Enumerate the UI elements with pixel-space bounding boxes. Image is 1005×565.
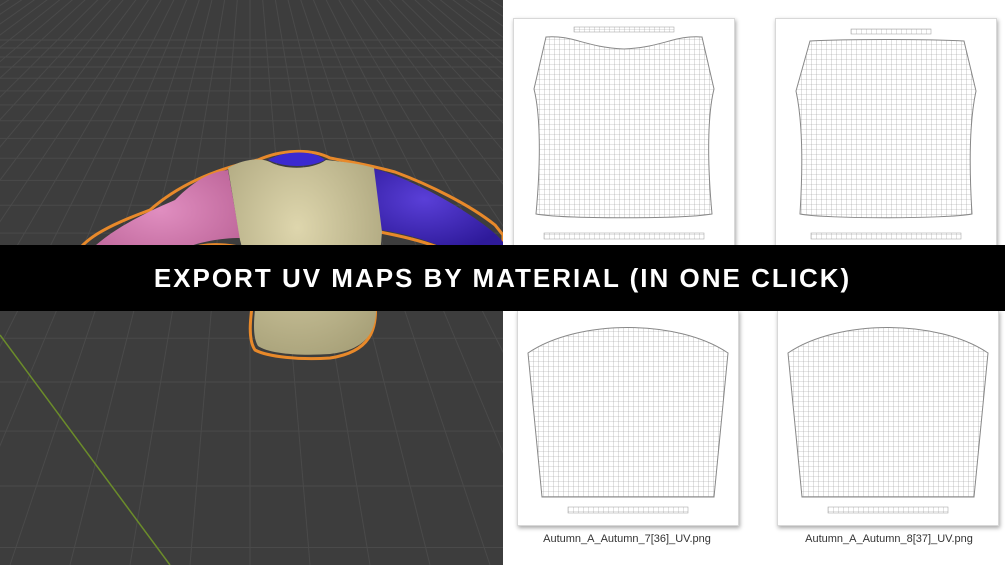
banner-title: EXPORT UV MAPS BY MATERIAL (IN ONE CLICK… [153,262,852,293]
uv-thumbnail-front[interactable] [513,18,735,250]
uv-shirt-front-image [533,26,715,240]
uv-thumbnail-sleeve-7[interactable] [517,310,739,526]
title-banner: EXPORT UV MAPS BY MATERIAL (IN ONE CLICK… [0,245,1005,311]
file-name-label-8[interactable]: Autumn_A_Autumn_8[37]_UV.png [769,533,1005,545]
y-axis-line [0,334,171,565]
uv-shirt-back-image [795,28,977,240]
file-name-label-7[interactable]: Autumn_A_Autumn_7[36]_UV.png [507,533,747,545]
uv-sleeve-image-8 [787,327,989,514]
uv-thumbnail-back[interactable] [775,18,997,250]
uv-sleeve-image-7 [527,327,729,514]
uv-thumbnail-sleeve-8[interactable] [777,310,999,526]
